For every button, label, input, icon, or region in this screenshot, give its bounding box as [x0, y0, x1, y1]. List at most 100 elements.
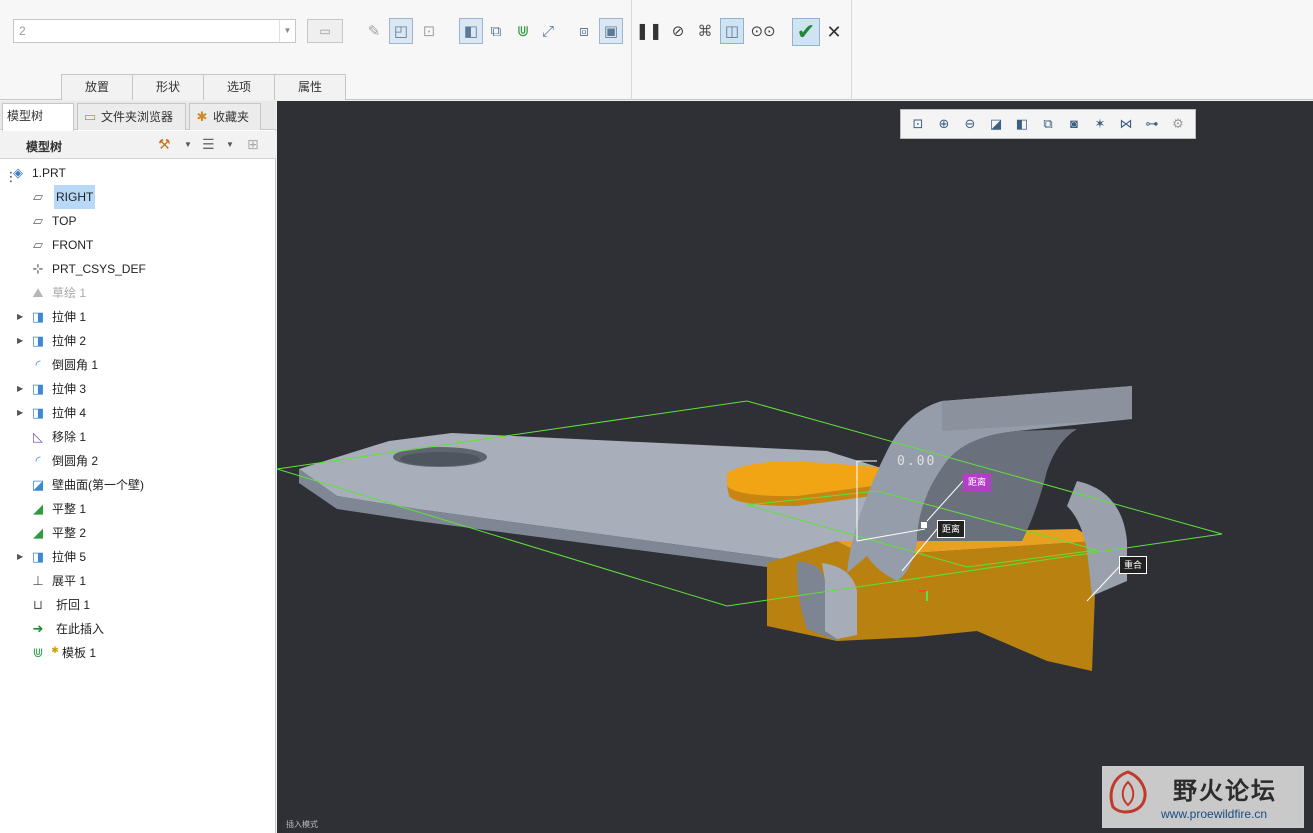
tab-placement[interactable]: 放置	[61, 74, 133, 100]
tree-item-insert-here[interactable]: ➜ 在此插入	[0, 617, 274, 641]
flip-direction-button[interactable]: ⤢	[536, 18, 560, 44]
distance-tag-active[interactable]: 距离	[963, 473, 992, 491]
punch-direction-button[interactable]: ⋓	[511, 18, 535, 44]
tree-item-top[interactable]: ▱ TOP	[0, 209, 274, 233]
refit-button[interactable]: ⊡	[905, 111, 931, 137]
tree-item-sketch[interactable]: ⛰ 草绘 1	[0, 281, 274, 305]
tree-item-front[interactable]: ▱ FRONT	[0, 233, 274, 257]
tree-item-flat-2[interactable]: ◢ 平整 2	[0, 521, 274, 545]
flame-logo-icon	[1109, 770, 1147, 814]
tree-item-extrude-5[interactable]: ▶ ◨ 拉伸 5	[0, 545, 274, 569]
verify-button[interactable]: ⊙⊙	[750, 18, 775, 44]
tree-item-extrude-2[interactable]: ▶ ◨ 拉伸 2	[0, 329, 274, 353]
tree-item-unbend-1[interactable]: ⊥ 展平 1	[0, 569, 274, 593]
chevron-down-icon[interactable]: ▼	[279, 20, 295, 42]
distance-tag[interactable]: 距离	[937, 520, 966, 538]
form-icon: ⋓	[32, 645, 44, 660]
forum-watermark: 野火论坛 www.proewildfire.cn	[1102, 766, 1304, 828]
ribbon: 2 ▼ ▭ ✎ ◰ ⊡ ◧ ⧉ ⋓ ⤢ ⧈ ▣ ❚❚ ⊘ ⌘ ◫ ⊙⊙ ✔ ✕ …	[0, 0, 1313, 100]
flip-side-button[interactable]: ◧	[459, 18, 483, 44]
saved-views-button[interactable]: ⧉	[1035, 111, 1061, 137]
zoom-in-icon: ⊕	[938, 116, 950, 131]
model-geometry	[277, 386, 1223, 671]
template-icon: ⧈	[579, 22, 589, 40]
attached-preview-button[interactable]: ⌘	[693, 18, 717, 44]
perspective-button[interactable]: ⚙	[1165, 111, 1191, 137]
sketch-edit-button[interactable]: ✎	[362, 18, 386, 44]
spin-center-icon: ⊶	[1145, 116, 1159, 131]
expand-icon[interactable]: ▶	[17, 401, 27, 425]
tree-item-remove-1[interactable]: ◺ 移除 1	[0, 425, 274, 449]
drag-handle	[921, 522, 927, 528]
filter-icon[interactable]: ⊞	[247, 136, 259, 153]
chevron-down-icon[interactable]: ▼	[226, 140, 234, 149]
tree-item-label: 模板 1	[62, 646, 97, 660]
template-preview-button[interactable]: ▣	[599, 18, 623, 44]
tree-item-label: PRT_CSYS_DEF	[52, 262, 146, 276]
extrude-icon: ◨	[31, 405, 45, 420]
copy-geometry-icon: ⧉	[490, 22, 502, 40]
placement-mode-button[interactable]: ◰	[389, 18, 413, 44]
graphics-window[interactable]: 0.00 距离 距离 重合 ⊡ ⊕ ⊖ ◪ ◧ ⧉ ◙ ✶ ⋈ ⊶ ⚙ 插入模式…	[277, 101, 1313, 833]
tree-item-round-1[interactable]: ◜ 倒圆角 1	[0, 353, 274, 377]
expand-icon[interactable]: ▶	[17, 329, 27, 353]
tab-shape[interactable]: 形状	[132, 74, 204, 100]
tab-favorites[interactable]: ✱ 收藏夹	[189, 103, 261, 130]
tree-item-extrude-1[interactable]: ▶ ◨ 拉伸 1	[0, 305, 274, 329]
tab-options[interactable]: 选项	[203, 74, 275, 100]
insert-arrow-icon: ➜	[32, 621, 44, 636]
show-icon[interactable]: ☰	[202, 136, 215, 153]
ok-button[interactable]: ✔	[792, 18, 820, 46]
pause-icon: ❚❚	[635, 23, 663, 40]
template-button[interactable]: ⧈	[572, 18, 596, 44]
copy-geometry-button[interactable]: ⧉	[484, 18, 508, 44]
tree-item-wall[interactable]: ◪ 壁曲面(第一个壁)	[0, 473, 274, 497]
bracket-top-face	[942, 386, 1132, 431]
open-file-button[interactable]: ▭	[307, 19, 343, 43]
add-reference-button[interactable]: ⊡	[417, 18, 441, 44]
spin-center-button[interactable]: ⊶	[1139, 111, 1165, 137]
tree-item-extrude-4[interactable]: ▶ ◨ 拉伸 4	[0, 401, 274, 425]
datum-display-button[interactable]: ✶	[1087, 111, 1113, 137]
expand-icon[interactable]: ▶	[17, 545, 27, 569]
zoom-out-button[interactable]: ⊖	[957, 111, 983, 137]
zoom-fit-icon: ⊡	[912, 116, 924, 131]
tree-item-bend-back-1[interactable]: ⊔ 折回 1	[0, 593, 274, 617]
tree-item-csys[interactable]: ⊹ PRT_CSYS_DEF	[0, 257, 274, 281]
template-preview-icon: ▣	[603, 23, 619, 40]
placement-icon: ◰	[393, 23, 409, 40]
cancel-button[interactable]: ✕	[824, 18, 844, 46]
tab-properties[interactable]: 属性	[274, 74, 346, 100]
zoom-in-button[interactable]: ⊕	[931, 111, 957, 137]
detached-preview-button[interactable]: ◫	[720, 18, 744, 44]
punch-icon: ⋓	[516, 23, 530, 40]
tree-item-label: 壁曲面(第一个壁)	[52, 478, 144, 492]
tree-item-round-2[interactable]: ◜ 倒圆角 2	[0, 449, 274, 473]
pause-button[interactable]: ❚❚	[635, 18, 663, 44]
display-style-button[interactable]: ◧	[1009, 111, 1035, 137]
reference-combo[interactable]: 2 ▼	[13, 19, 296, 43]
tree-item-right[interactable]: ▱ RIGHT	[0, 185, 274, 209]
no-preview-button[interactable]: ⊘	[666, 18, 690, 44]
tab-model-tree[interactable]: ⋮ 模型树	[2, 103, 74, 184]
new-feature-icon: ✱	[51, 645, 59, 655]
expand-icon[interactable]: ▶	[17, 305, 27, 329]
dimension-value[interactable]: 0.00	[897, 454, 936, 469]
tree-item-extrude-3[interactable]: ▶ ◨ 拉伸 3	[0, 377, 274, 401]
tree-item-flat-1[interactable]: ◢ 平整 1	[0, 497, 274, 521]
settings-icon[interactable]: ⚒	[158, 136, 171, 153]
expand-icon[interactable]: ▶	[17, 377, 27, 401]
tree-item-part[interactable]: ◈ 1.PRT	[0, 161, 274, 185]
tab-folder-browser[interactable]: ▭ 文件夹浏览器	[77, 103, 186, 130]
view-manager-button[interactable]: ◙	[1061, 111, 1087, 137]
add-reference-icon: ⊡	[422, 23, 436, 40]
sketch-icon: ⛰	[32, 285, 44, 300]
tree-item-label: 拉伸 1	[52, 310, 87, 324]
coincident-tag[interactable]: 重合	[1119, 556, 1148, 574]
tree-item-form-1[interactable]: ⋓ ✱ 模板 1	[0, 641, 274, 665]
repaint-button[interactable]: ◪	[983, 111, 1009, 137]
annotation-display-button[interactable]: ⋈	[1113, 111, 1139, 137]
tree-item-label: 1.PRT	[32, 166, 66, 180]
chevron-down-icon[interactable]: ▼	[184, 140, 192, 149]
tree-item-label: 移除 1	[52, 430, 87, 444]
